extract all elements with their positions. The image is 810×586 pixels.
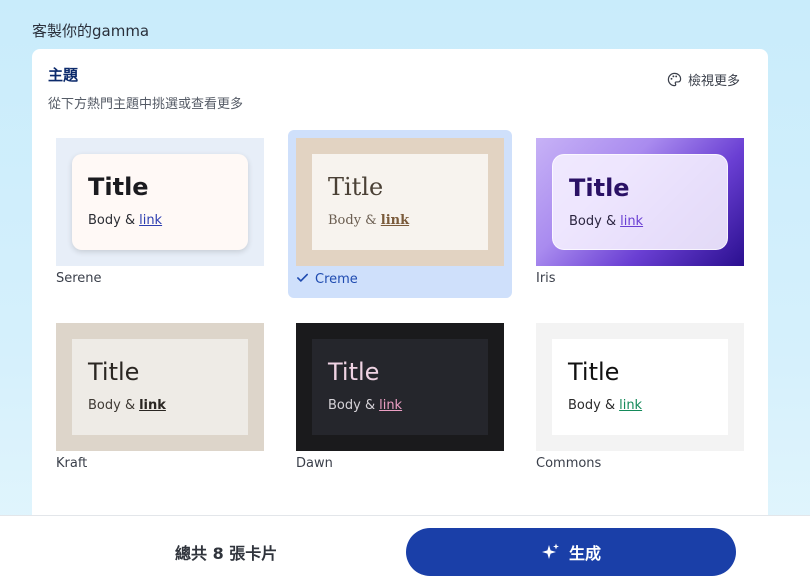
preview-body: Body & link	[328, 398, 402, 413]
preview-body-text: Body &	[88, 213, 136, 228]
theme-name-text: Kraft	[56, 456, 88, 471]
preview-title: Title	[328, 173, 384, 201]
preview-link: link	[139, 213, 163, 228]
preview-link: link	[379, 398, 403, 413]
theme-preview-card: Title Body & link	[72, 154, 248, 250]
generate-label: 生成	[568, 544, 601, 563]
theme-preview: Title Body & link	[296, 138, 504, 266]
preview-link: link	[619, 398, 643, 413]
theme-name-text: Dawn	[296, 456, 333, 471]
preview-body: Body & link	[88, 398, 166, 413]
preview-title: Title	[88, 173, 149, 201]
preview-body-text: Body &	[88, 398, 136, 413]
preview-link: link	[380, 213, 410, 228]
theme-preview-card: Title Body & link	[312, 339, 488, 435]
preview-body-text: Body &	[568, 398, 616, 413]
theme-name: Serene	[56, 271, 102, 286]
theme-name-text: Commons	[536, 456, 602, 471]
theme-card-iris[interactable]: Title Body & link Iris	[528, 130, 752, 298]
footer-bar: 總共 8 張卡片 生成	[0, 515, 810, 586]
theme-preview: Title Body & link	[296, 323, 504, 451]
preview-link: link	[139, 398, 166, 413]
preview-body: Body & link	[568, 398, 642, 413]
preview-title: Title	[568, 358, 620, 386]
theme-card-dawn[interactable]: Title Body & link Dawn	[288, 315, 512, 483]
theme-name: Kraft	[56, 456, 87, 471]
theme-preview: Title Body & link	[536, 323, 744, 451]
panel-title: 主題	[48, 66, 79, 84]
card-count: 總共 8 張卡片	[175, 544, 278, 563]
theme-name: Creme	[296, 271, 358, 288]
preview-body-text: Body &	[569, 214, 617, 229]
theme-name: Commons	[536, 456, 601, 471]
theme-card-creme[interactable]: Title Body & link Creme	[288, 130, 512, 298]
theme-preview: Title Body & link	[536, 138, 744, 266]
theme-preview-card: Title Body & link	[312, 154, 488, 250]
view-more-button[interactable]: 檢視更多	[667, 70, 740, 89]
theme-preview-card: Title Body & link	[72, 339, 248, 435]
theme-panel: 主題 從下方熱門主題中挑選或查看更多 檢視更多 Title Body & link…	[32, 49, 768, 529]
preview-body: Body & link	[328, 213, 409, 228]
palette-icon	[667, 72, 682, 87]
sparkle-icon	[541, 542, 561, 562]
page-heading: 客製你的gamma	[32, 22, 150, 40]
preview-body-text: Body &	[328, 213, 377, 228]
theme-card-kraft[interactable]: Title Body & link Kraft	[48, 315, 272, 483]
theme-card-serene[interactable]: Title Body & link Serene	[48, 130, 272, 298]
theme-preview-card: Title Body & link	[552, 339, 728, 435]
theme-name: Iris	[536, 271, 556, 286]
preview-body: Body & link	[88, 213, 162, 228]
panel-subtitle: 從下方熱門主題中挑選或查看更多	[48, 97, 244, 112]
theme-preview: Title Body & link	[56, 138, 264, 266]
preview-title: Title	[328, 358, 380, 386]
preview-body: Body & link	[569, 214, 643, 229]
theme-preview: Title Body & link	[56, 323, 264, 451]
theme-name-text: Iris	[536, 271, 556, 286]
theme-name-text: Serene	[56, 271, 102, 286]
theme-name-text: Creme	[315, 272, 358, 287]
view-more-label: 檢視更多	[687, 74, 740, 89]
preview-title: Title	[88, 358, 140, 386]
theme-preview-card: Title Body & link	[552, 154, 728, 250]
generate-button[interactable]: 生成	[406, 528, 736, 576]
checkmark-icon	[296, 271, 309, 288]
preview-body-text: Body &	[328, 398, 376, 413]
preview-link: link	[620, 214, 644, 229]
theme-name: Dawn	[296, 456, 333, 471]
theme-card-commons[interactable]: Title Body & link Commons	[528, 315, 752, 483]
preview-title: Title	[569, 174, 630, 202]
